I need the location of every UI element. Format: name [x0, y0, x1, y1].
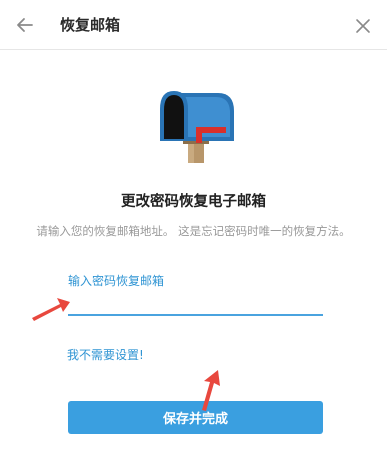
skip-setup-link[interactable]: 我不需要设置!	[67, 346, 144, 363]
email-field-label: 输入密码恢复邮箱	[68, 274, 165, 288]
mailbox-icon	[160, 91, 234, 163]
close-icon	[356, 19, 370, 33]
back-arrow-icon	[17, 18, 33, 32]
description-text: 请输入您的恢复邮箱地址。 这是忘记密码时唯一的恢复方法。	[36, 224, 351, 238]
page-title: 恢复邮箱	[60, 16, 121, 34]
email-field[interactable]	[68, 292, 323, 316]
annotation-arrow-icon	[32, 298, 70, 321]
close-button[interactable]	[350, 13, 376, 39]
section-heading: 更改密码恢复电子邮箱	[121, 194, 266, 210]
annotation-arrow-icon	[202, 370, 220, 411]
back-button[interactable]	[12, 12, 38, 38]
header-bar: 恢复邮箱	[0, 0, 387, 50]
